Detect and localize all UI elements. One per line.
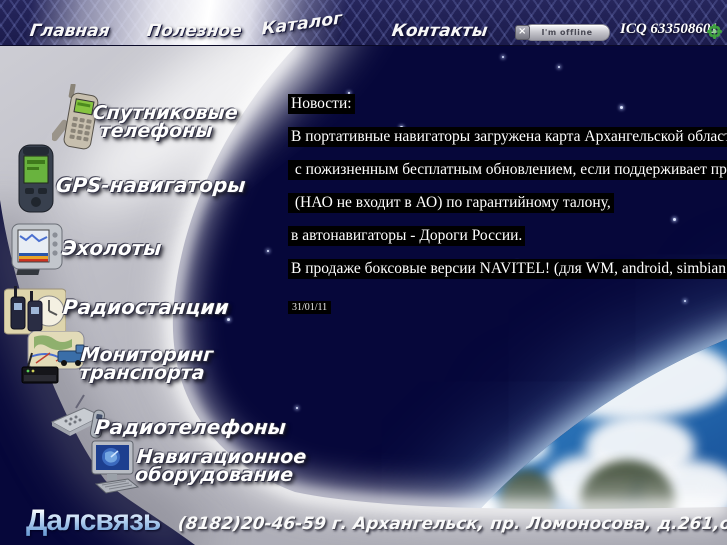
fishfinders-icon[interactable] — [8, 220, 66, 282]
sidebar-item-radiotelephones[interactable]: Радиотелефоны — [94, 415, 287, 439]
icq-status-button[interactable]: × I'm offline — [515, 24, 610, 41]
navigation-equipment-icon[interactable] — [88, 440, 140, 499]
page: Новости: В портативные навигаторы загруж… — [0, 0, 727, 545]
news-section: Новости: В портативные навигаторы загруж… — [288, 94, 727, 279]
icq-status-label: I'm offline — [541, 28, 593, 37]
news-line: В продаже боксовые версии NAVITEL! (для … — [288, 259, 727, 279]
news-title: Новости: — [288, 94, 355, 114]
nav-item-useful[interactable]: Полезное — [146, 21, 244, 41]
nav-item-contacts[interactable]: Контакты — [391, 21, 489, 41]
sidebar-item-radios[interactable]: Радиостанции — [62, 295, 230, 319]
gps-navigators-icon[interactable] — [14, 143, 58, 219]
top-navigation: Главная Полезное Каталог Контакты × I'm … — [0, 0, 727, 46]
sidebar-item-navigation-equipment[interactable]: Навигационное оборудование — [134, 446, 307, 486]
news-line: в автонавигаторы - Дороги России. — [288, 226, 526, 246]
icq-number: ICQ 633508601 — [620, 21, 718, 37]
sidebar-item-fishfinders[interactable]: Эхолоты — [61, 236, 162, 260]
news-line: В портативные навигаторы загружена карта… — [288, 127, 727, 147]
news-line: (НАО не входит в АО) по гарантийному тал… — [288, 193, 614, 213]
news-date: 31/01/11 — [288, 301, 332, 314]
sidebar-item-gps-navigators[interactable]: GPS-навигаторы — [55, 173, 247, 197]
company-logo: Далсвязь — [26, 504, 161, 537]
footer-contact: (8182)20-46-59 г. Архангельск, пр. Ломон… — [176, 514, 727, 534]
sidebar-item-satellite-phones[interactable]: Спутниковые телефоны — [90, 102, 239, 142]
vehicle-monitoring-icon[interactable] — [20, 330, 88, 395]
nav-item-home[interactable]: Главная — [29, 21, 111, 41]
icq-offline-x-icon: × — [515, 25, 530, 40]
sidebar-item-vehicle-monitoring[interactable]: Мониторинг транспорта — [78, 344, 214, 384]
news-line: с пожизненным бесплатным обновлением, ес… — [288, 160, 727, 180]
icq-flower-icon — [706, 23, 723, 43]
